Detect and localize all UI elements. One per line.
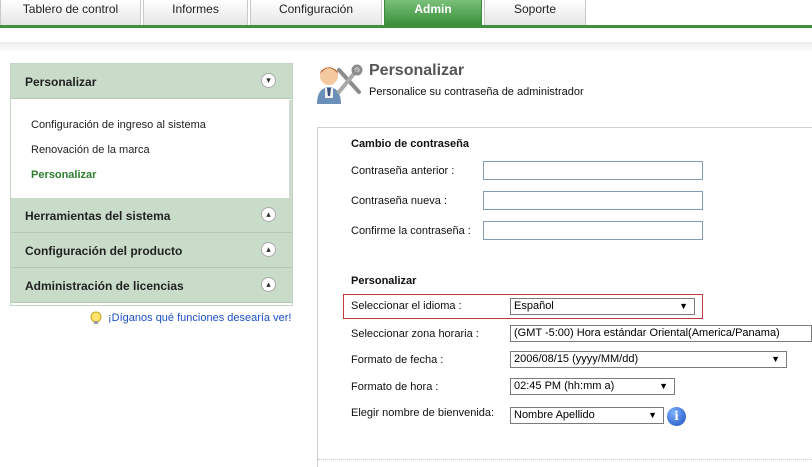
info-icon[interactable]: i: [667, 407, 686, 426]
dropdown-arrow-icon: ▼: [648, 410, 657, 420]
tab-label: Admin: [414, 2, 452, 16]
new-password-input[interactable]: [483, 191, 703, 210]
expand-icon[interactable]: ▴: [261, 242, 276, 257]
welcome-name-select[interactable]: Nombre Apellido ▼: [510, 407, 664, 424]
date-format-label: Formato de fecha :: [351, 354, 444, 366]
tab-admin[interactable]: Admin: [384, 0, 482, 26]
header-band: [0, 42, 812, 52]
sidebar-section-licencias[interactable]: Administración de licencias ▴: [11, 268, 292, 303]
welcome-name-value: Nombre Apellido: [514, 409, 595, 421]
password-section-title: Cambio de contraseña: [351, 138, 469, 150]
tab-underline: [0, 25, 812, 28]
expand-icon[interactable]: ▴: [261, 277, 276, 292]
sidebar-item-personalizar[interactable]: Personalizar: [31, 169, 96, 181]
tab-label: Informes: [172, 2, 219, 16]
tab-tablero[interactable]: Tablero de control: [0, 0, 141, 26]
top-tab-bar: Tablero de control Informes Configuració…: [0, 0, 812, 28]
timezone-label: Seleccionar zona horaria :: [351, 328, 479, 340]
tab-configuracion[interactable]: Configuración: [250, 0, 382, 26]
sidebar-section-personalizar[interactable]: Personalizar ▾: [11, 64, 292, 99]
expand-icon[interactable]: ▴: [261, 207, 276, 222]
sidebar-section-body: Configuración de ingreso al sistema Reno…: [11, 100, 292, 198]
time-format-value: 02:45 PM (hh:mm a): [514, 380, 615, 392]
confirm-password-input[interactable]: [483, 221, 703, 240]
language-value: Español: [514, 300, 554, 312]
sidebar-section-producto[interactable]: Configuración del producto ▴: [11, 233, 292, 268]
sidebar-section-herramientas[interactable]: Herramientas del sistema ▴: [11, 198, 292, 233]
old-password-input[interactable]: [483, 161, 703, 180]
section-label: Administración de licencias: [25, 279, 184, 293]
admin-person-tools-icon: [317, 64, 363, 104]
section-label: Personalizar: [25, 75, 97, 89]
timezone-value: (GMT -5:00) Hora estándar Oriental(Ameri…: [514, 327, 780, 339]
time-format-label: Formato de hora :: [351, 381, 439, 393]
tab-label: Tablero de control: [22, 2, 119, 16]
tab-label: Configuración: [278, 2, 354, 16]
date-format-value: 2006/08/15 (yyyy/MM/dd): [514, 353, 639, 365]
confirm-password-label: Confirme la contraseña :: [351, 225, 471, 237]
date-format-select[interactable]: 2006/08/15 (yyyy/MM/dd) ▼: [510, 351, 787, 368]
language-label: Seleccionar el idioma :: [351, 300, 462, 312]
lightbulb-icon: [90, 311, 102, 324]
page-title: Personalizar: [369, 62, 465, 79]
customize-section-title: Personalizar: [351, 275, 417, 287]
timezone-select[interactable]: (GMT -5:00) Hora estándar Oriental(Ameri…: [510, 325, 812, 342]
sidebar: Personalizar ▾ Configuración de ingreso …: [10, 63, 293, 306]
section-label: Herramientas del sistema: [25, 209, 171, 223]
sidebar-item-rebranding[interactable]: Renovación de la marca: [31, 144, 150, 156]
dropdown-arrow-icon: ▼: [679, 301, 688, 311]
time-format-select[interactable]: 02:45 PM (hh:mm a) ▼: [510, 378, 675, 395]
collapse-icon[interactable]: ▾: [261, 73, 276, 88]
page-subtitle: Personalice su contraseña de administrad…: [369, 86, 584, 98]
tab-label: Soporte: [513, 2, 557, 16]
feedback-link[interactable]: ¡Díganos qué funciones desearía ver!: [108, 312, 291, 324]
dropdown-arrow-icon: ▼: [659, 381, 668, 391]
welcome-name-label: Elegir nombre de bienvenida:: [351, 407, 495, 419]
tab-informes[interactable]: Informes: [143, 0, 248, 26]
section-label: Configuración del producto: [25, 244, 183, 258]
tab-soporte[interactable]: Soporte: [484, 0, 586, 26]
dropdown-arrow-icon: ▼: [771, 354, 780, 364]
old-password-label: Contraseña anterior :: [351, 165, 455, 177]
sidebar-item-login-config[interactable]: Configuración de ingreso al sistema: [31, 119, 206, 131]
panel-divider: [318, 459, 812, 460]
language-select[interactable]: Español ▼: [510, 298, 695, 315]
new-password-label: Contraseña nueva :: [351, 195, 448, 207]
